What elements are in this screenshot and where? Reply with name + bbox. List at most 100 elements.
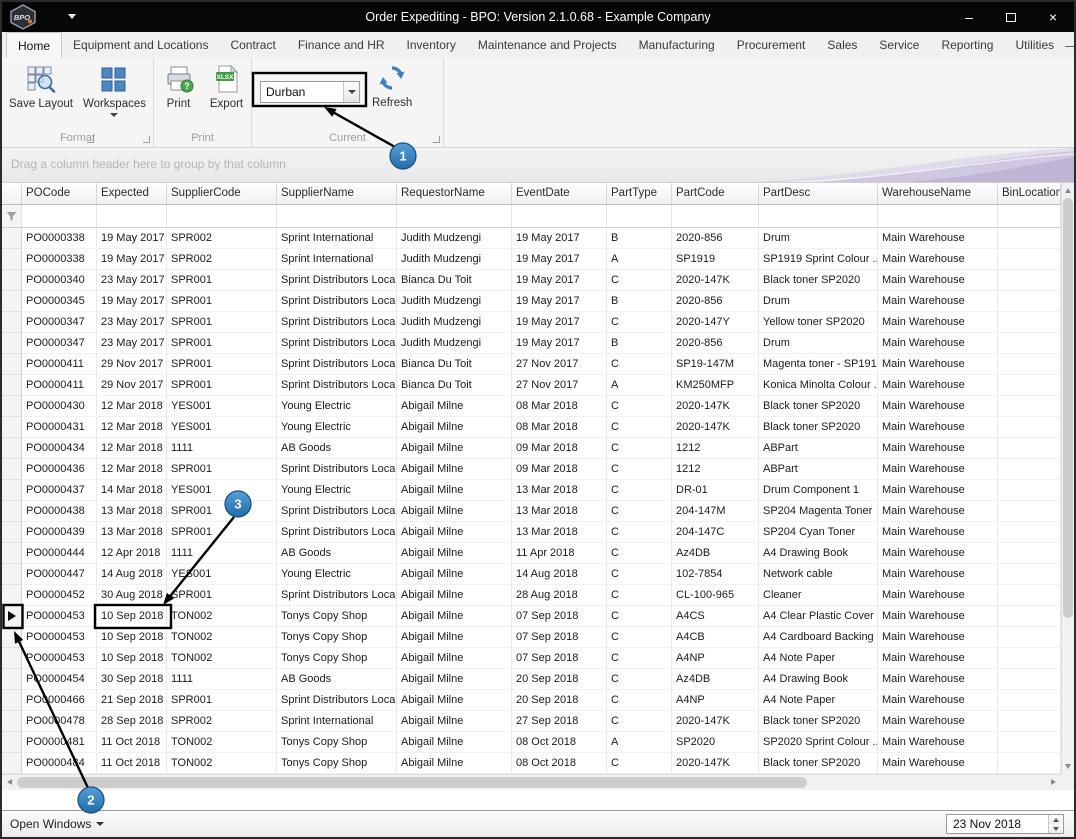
row-indicator[interactable] (2, 291, 22, 312)
row-indicator[interactable] (2, 417, 22, 438)
minimize-button[interactable]: – (948, 2, 990, 32)
table-row[interactable]: PO0000439 13 Mar 2018 SPR001 Sprint Distrib… (2, 522, 1061, 543)
table-row[interactable]: PO0000452 30 Aug 2018 SPR001 Sprint Distrib… (2, 585, 1061, 606)
row-indicator[interactable] (2, 396, 22, 417)
filter-cell-expected[interactable] (97, 205, 167, 228)
row-indicator[interactable] (2, 375, 22, 396)
tab-finance-and-hr[interactable]: Finance and HR (287, 32, 396, 58)
tab-home[interactable]: Home (6, 32, 63, 58)
tab-maintenance-and-projects[interactable]: Maintenance and Projects (467, 32, 628, 58)
tab-equipment-and-locations[interactable]: Equipment and Locations (62, 32, 219, 58)
scroll-down-arrow-icon[interactable] (1065, 764, 1071, 769)
filter-cell-partcode[interactable] (672, 205, 759, 228)
scroll-right-arrow-icon[interactable] (1051, 779, 1056, 785)
row-indicator[interactable] (2, 711, 22, 732)
table-row[interactable]: PO0000345 19 May 2017 SPR001 Sprint Distrib… (2, 291, 1061, 312)
print-dialog-launcher-icon[interactable] (87, 136, 94, 143)
vertical-scrollbar-thumb[interactable] (1063, 198, 1073, 618)
tab-sales[interactable]: Sales (816, 32, 868, 58)
column-header-pocode[interactable]: POCode (22, 183, 97, 205)
row-indicator[interactable] (2, 669, 22, 690)
scroll-left-arrow-icon[interactable] (7, 779, 12, 785)
row-indicator[interactable] (2, 564, 22, 585)
row-indicator[interactable] (2, 459, 22, 480)
tab-procurement[interactable]: Procurement (726, 32, 817, 58)
column-header-parttype[interactable]: PartType (607, 183, 672, 205)
row-indicator[interactable] (2, 354, 22, 375)
group-by-bar[interactable]: Drag a column header here to group by th… (2, 148, 1074, 183)
tab-inventory[interactable]: Inventory (396, 32, 467, 58)
maximize-button[interactable] (990, 2, 1032, 32)
tab-service[interactable]: Service (868, 32, 930, 58)
filter-cell-parttype[interactable] (607, 205, 672, 228)
row-indicator[interactable] (2, 522, 22, 543)
column-header-expected[interactable]: Expected (97, 183, 167, 205)
column-header-suppliercode[interactable]: SupplierCode (167, 183, 277, 205)
row-indicator[interactable] (2, 228, 22, 249)
branch-combobox-dropdown-button[interactable] (343, 82, 359, 102)
horizontal-scrollbar-thumb[interactable] (17, 777, 807, 788)
row-indicator[interactable] (2, 627, 22, 648)
workspaces-button[interactable]: Workspaces (79, 61, 150, 117)
table-row[interactable]: PO0000338 19 May 2017 SPR002 Sprint Interna… (2, 228, 1061, 249)
filter-cell-requestorname[interactable] (397, 205, 512, 228)
tab-contract[interactable]: Contract (219, 32, 286, 58)
table-row[interactable]: PO0000411 29 Nov 2017 SPR001 Sprint Distrib… (2, 375, 1061, 396)
table-row[interactable]: PO0000340 23 May 2017 SPR001 Sprint Distrib… (2, 270, 1061, 291)
tab-reporting[interactable]: Reporting (930, 32, 1004, 58)
table-row[interactable]: PO0000438 13 Mar 2018 SPR001 Sprint Distrib… (2, 501, 1061, 522)
row-indicator[interactable] (2, 648, 22, 669)
row-indicator[interactable] (2, 501, 22, 522)
column-header-warehousename[interactable]: WarehouseName (878, 183, 998, 205)
filter-cell-pocode[interactable] (22, 205, 97, 228)
row-indicator[interactable] (2, 312, 22, 333)
row-indicator[interactable] (2, 732, 22, 753)
table-row[interactable]: PO0000436 12 Mar 2018 SPR001 Sprint Distrib… (2, 459, 1061, 480)
scroll-up-arrow-icon[interactable] (1065, 188, 1071, 193)
save-layout-button[interactable]: Save Layout (5, 61, 77, 117)
table-row[interactable]: PO0000431 12 Mar 2018 YES001 Young Electric… (2, 417, 1061, 438)
vertical-scrollbar[interactable] (1061, 183, 1074, 774)
table-row[interactable]: PO0000478 28 Sep 2018 SPR002 Sprint Interna… (2, 711, 1061, 732)
filter-cell-suppliername[interactable] (277, 205, 397, 228)
column-header-eventdate[interactable]: EventDate (512, 183, 607, 205)
row-indicator[interactable] (2, 585, 22, 606)
column-header-requestorname[interactable]: RequestorName (397, 183, 512, 205)
export-button[interactable]: XLSX Export (204, 61, 250, 110)
filter-cell-binlocationna[interactable] (998, 205, 1061, 228)
filter-cell-suppliercode[interactable] (167, 205, 277, 228)
table-row[interactable]: PO0000338 19 May 2017 SPR002 Sprint Interna… (2, 249, 1061, 270)
table-row[interactable]: PO0000347 23 May 2017 SPR001 Sprint Distrib… (2, 333, 1061, 354)
table-row[interactable]: PO0000453 10 Sep 2018 TON002 Tonys Copy Sho… (2, 627, 1061, 648)
table-row[interactable]: PO0000453 10 Sep 2018 TON002 Tonys Copy Sho… (2, 606, 1061, 627)
table-row[interactable]: PO0000454 30 Sep 2018 1111 AB Goods Abigail … (2, 669, 1061, 690)
table-row[interactable]: PO0000447 14 Aug 2018 YES001 Young Electric… (2, 564, 1061, 585)
column-header-partdesc[interactable]: PartDesc (759, 183, 878, 205)
filter-cell-partdesc[interactable] (759, 205, 878, 228)
table-row[interactable]: PO0000434 12 Mar 2018 1111 AB Goods Abigail … (2, 438, 1061, 459)
row-indicator[interactable] (2, 690, 22, 711)
table-row[interactable]: PO0000444 12 Apr 2018 1111 AB Goods Abigail … (2, 543, 1061, 564)
current-dialog-launcher-icon[interactable] (433, 136, 440, 143)
mdi-minimize-icon[interactable]: — (1065, 38, 1074, 53)
table-row[interactable]: PO0000347 23 May 2017 SPR001 Sprint Distrib… (2, 312, 1061, 333)
table-row[interactable]: PO0000437 14 Mar 2018 YES001 Young Electric… (2, 480, 1061, 501)
column-header-binlocationna[interactable]: BinLocationNa (998, 183, 1061, 205)
table-row[interactable]: PO0000453 10 Sep 2018 TON002 Tonys Copy Sho… (2, 648, 1061, 669)
row-indicator[interactable] (2, 333, 22, 354)
branch-combobox[interactable]: Durban (260, 81, 360, 103)
filter-cell-warehousename[interactable] (878, 205, 998, 228)
row-indicator[interactable] (2, 270, 22, 291)
table-row[interactable]: PO0000411 29 Nov 2017 SPR001 Sprint Distrib… (2, 354, 1061, 375)
close-button[interactable]: × (1032, 2, 1074, 32)
open-windows-button[interactable]: Open Windows (2, 817, 105, 831)
spinner-up-button[interactable] (1049, 815, 1063, 824)
print-button[interactable]: ? Print (156, 61, 202, 110)
column-header-partcode[interactable]: PartCode (672, 183, 759, 205)
refresh-button[interactable]: Refresh (368, 60, 416, 109)
tab-manufacturing[interactable]: Manufacturing (628, 32, 726, 58)
horizontal-scrollbar[interactable] (2, 774, 1061, 790)
row-indicator[interactable] (2, 249, 22, 270)
table-row[interactable]: PO0000466 21 Sep 2018 SPR001 Sprint Distrib… (2, 690, 1061, 711)
tab-utilities[interactable]: Utilities (1004, 32, 1065, 58)
